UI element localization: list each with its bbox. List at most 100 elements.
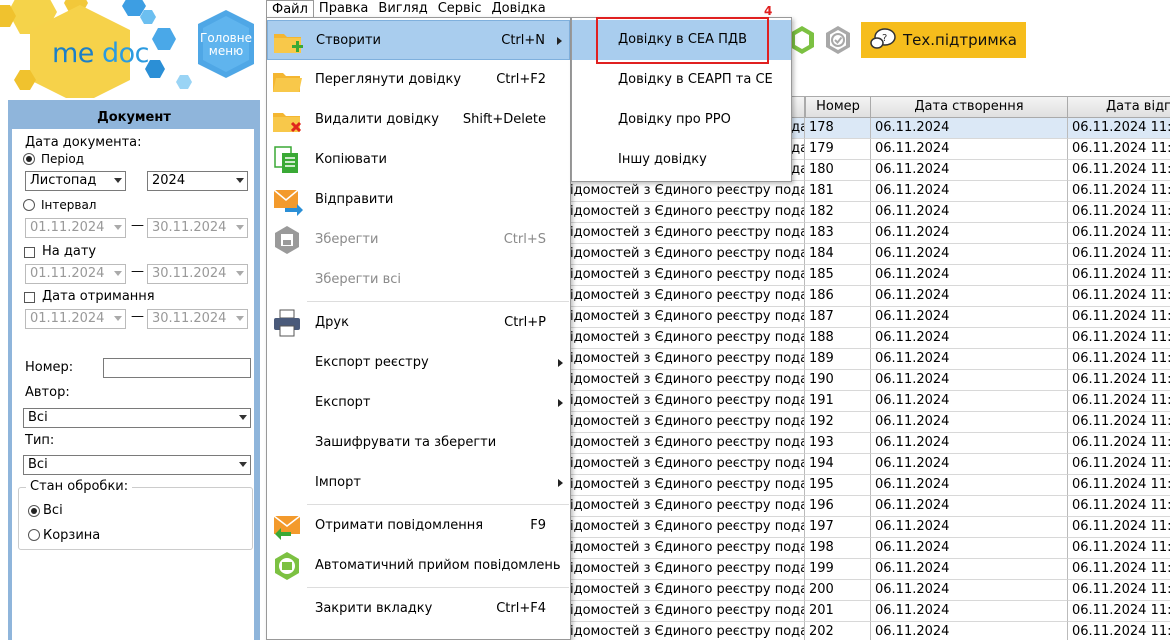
- menu-item-import[interactable]: Імпорт: [267, 463, 570, 503]
- table-row[interactable]: ідомостей з Єдиного реєстру подат 194 06.1…: [568, 454, 1170, 475]
- column-header-number[interactable]: Номер: [805, 96, 871, 118]
- cell-number: 183: [805, 223, 871, 244]
- save-icon: [275, 226, 299, 254]
- menu-item-label: Зберегти: [315, 232, 379, 247]
- home-menu-button[interactable]: Головне меню: [198, 10, 270, 92]
- table-row[interactable]: ідомостей з Єдиного реєстру подат 181 06.1…: [568, 181, 1170, 202]
- submenu-item-label: Довідку про РРО: [618, 112, 731, 127]
- cell-document-name: ідомостей з Єдиного реєстру подат: [568, 538, 805, 559]
- cell-document-name: ідомостей з Єдиного реєстру подат: [568, 223, 805, 244]
- menu-item-export-registry[interactable]: Експорт реєстру: [267, 343, 570, 383]
- table-row[interactable]: ідомостей з Єдиного реєстру подат 201 06.1…: [568, 601, 1170, 622]
- menu-service[interactable]: Сервіс: [433, 0, 487, 18]
- chevron-down-icon: [239, 415, 247, 420]
- column-header-sent[interactable]: Дата відп: [1068, 96, 1170, 118]
- auto-receive-icon: [275, 552, 299, 580]
- submenu-item-searp-se[interactable]: Довідку в СЕАРП та СЕ: [572, 60, 791, 100]
- menu-item-export[interactable]: Експорт: [267, 383, 570, 423]
- home-menu-label-line2: меню: [208, 44, 244, 58]
- cell-document-name: ідомостей з Єдиного реєстру подат: [568, 307, 805, 328]
- cell-number: 180: [805, 160, 871, 181]
- interval-radio[interactable]: [23, 199, 35, 211]
- table-row[interactable]: ідомостей з Єдиного реєстру подат 183 06.1…: [568, 223, 1170, 244]
- received-label: Дата отримання: [42, 289, 155, 304]
- cell-document-name: ідомостей з Єдиного реєстру подат: [568, 454, 805, 475]
- table-row[interactable]: ідомостей з Єдиного реєстру подат 187 06.1…: [568, 307, 1170, 328]
- menu-item-save[interactable]: Зберегти Ctrl+S: [267, 220, 570, 260]
- copy-icon: [274, 146, 298, 173]
- status-trash-radio[interactable]: [28, 529, 40, 541]
- menu-edit[interactable]: Правка: [314, 0, 373, 18]
- menu-item-delete[interactable]: Видалити довідку Shift+Delete: [267, 100, 570, 140]
- menu-item-send[interactable]: Відправити: [267, 180, 570, 220]
- column-header-created[interactable]: Дата створення: [871, 96, 1068, 118]
- received-to-select[interactable]: 30.11.2024: [147, 309, 248, 329]
- author-select[interactable]: Всі: [23, 408, 251, 428]
- month-select[interactable]: Листопад: [25, 171, 126, 191]
- menu-item-view[interactable]: Переглянути довідку Ctrl+F2: [267, 60, 570, 100]
- table-row[interactable]: ідомостей з Єдиного реєстру подат 197 06.1…: [568, 517, 1170, 538]
- interval-from-select[interactable]: 01.11.2024: [25, 218, 126, 238]
- menu-item-encrypt-save[interactable]: Зашифрувати та зберегти: [267, 423, 570, 463]
- cell-document-name: ідомостей з Єдиного реєстру подат: [568, 580, 805, 601]
- table-row[interactable]: ідомостей з Єдиного реєстру подат 189 06.1…: [568, 349, 1170, 370]
- menu-item-close-tab[interactable]: Закрити вкладку Ctrl+F4: [267, 589, 570, 629]
- table-row[interactable]: ідомостей з Єдиного реєстру подат 188 06.1…: [568, 328, 1170, 349]
- table-row[interactable]: ідомостей з Єдиного реєстру подат 182 06.1…: [568, 202, 1170, 223]
- menu-help[interactable]: Довідка: [486, 0, 550, 18]
- table-row[interactable]: ідомостей з Єдиного реєстру подат 200 06.1…: [568, 580, 1170, 601]
- on-date-from-select[interactable]: 01.11.2024: [25, 264, 126, 284]
- cell-sent-date: 06.11.2024 11:: [1068, 475, 1170, 496]
- table-row[interactable]: ідомостей з Єдиного реєстру подат 190 06.1…: [568, 370, 1170, 391]
- period-radio[interactable]: [23, 153, 35, 165]
- cell-created-date: 06.11.2024: [871, 349, 1068, 370]
- table-row[interactable]: ідомостей з Єдиного реєстру подат 192 06.1…: [568, 412, 1170, 433]
- on-date-to-select[interactable]: 30.11.2024: [147, 264, 248, 284]
- received-checkbox[interactable]: [24, 292, 35, 303]
- menu-view[interactable]: Вигляд: [373, 0, 432, 18]
- menu-item-copy[interactable]: Копіювати: [267, 140, 570, 180]
- interval-from-value: 01.11.2024: [30, 220, 105, 235]
- check-hex-icon[interactable]: [822, 24, 854, 56]
- table-row[interactable]: ідомостей з Єдиного реєстру подат 199 06.1…: [568, 559, 1170, 580]
- table-row[interactable]: ідомостей з Єдиного реєстру подат 185 06.1…: [568, 265, 1170, 286]
- cell-number: 188: [805, 328, 871, 349]
- menu-item-save-all[interactable]: Зберегти всі: [267, 260, 570, 300]
- table-row[interactable]: ідомостей з Єдиного реєстру подат 196 06.1…: [568, 496, 1170, 517]
- table-row[interactable]: ідомостей з Єдиного реєстру подат 202 06.1…: [568, 622, 1170, 640]
- menu-item-receive-messages[interactable]: Отримати повідомлення F9: [267, 506, 570, 546]
- interval-to-select[interactable]: 30.11.2024: [147, 218, 248, 238]
- cell-created-date: 06.11.2024: [871, 244, 1068, 265]
- cell-sent-date: 06.11.2024 11:: [1068, 307, 1170, 328]
- menu-item-label: Автоматичний прийом повідомлень: [315, 558, 561, 573]
- support-button[interactable]: ? Тех.підтримка: [861, 22, 1026, 58]
- table-row[interactable]: ідомостей з Єдиного реєстру подат 193 06.1…: [568, 433, 1170, 454]
- year-select[interactable]: 2024: [147, 171, 248, 191]
- month-select-value: Листопад: [30, 173, 97, 188]
- submenu-arrow-icon: [557, 37, 562, 45]
- menu-item-print[interactable]: Друк Ctrl+P: [267, 303, 570, 343]
- cell-created-date: 06.11.2024: [871, 139, 1068, 160]
- menu-file[interactable]: Файл: [266, 0, 314, 18]
- on-date-checkbox[interactable]: [24, 247, 35, 258]
- cell-sent-date: 06.11.2024 11:: [1068, 244, 1170, 265]
- cell-created-date: 06.11.2024: [871, 328, 1068, 349]
- received-from-select[interactable]: 01.11.2024: [25, 309, 126, 329]
- table-row[interactable]: ідомостей з Єдиного реєстру подат 184 06.1…: [568, 244, 1170, 265]
- table-row[interactable]: ідомостей з Єдиного реєстру подат 198 06.1…: [568, 538, 1170, 559]
- table-row[interactable]: ідомостей з Єдиного реєстру подат 186 06.1…: [568, 286, 1170, 307]
- on-date-from-value: 01.11.2024: [30, 266, 105, 281]
- cell-created-date: 06.11.2024: [871, 223, 1068, 244]
- table-row[interactable]: ідомостей з Єдиного реєстру подат 191 06.1…: [568, 391, 1170, 412]
- type-select[interactable]: Всі: [23, 455, 251, 475]
- submenu-item-other[interactable]: Іншу довідку: [572, 140, 791, 180]
- menu-item-auto-receive[interactable]: Автоматичний прийом повідомлень: [267, 546, 570, 586]
- submenu-item-rro[interactable]: Довідку про РРО: [572, 100, 791, 140]
- cell-document-name: ідомостей з Єдиного реєстру подат: [568, 412, 805, 433]
- menu-item-create[interactable]: Створити Ctrl+N: [267, 20, 570, 60]
- number-input[interactable]: [103, 358, 251, 378]
- status-all-radio[interactable]: [28, 505, 40, 517]
- cell-number: 193: [805, 433, 871, 454]
- table-row[interactable]: ідомостей з Єдиного реєстру подат 195 06.1…: [568, 475, 1170, 496]
- menu-item-label: Експорт реєстру: [315, 355, 429, 370]
